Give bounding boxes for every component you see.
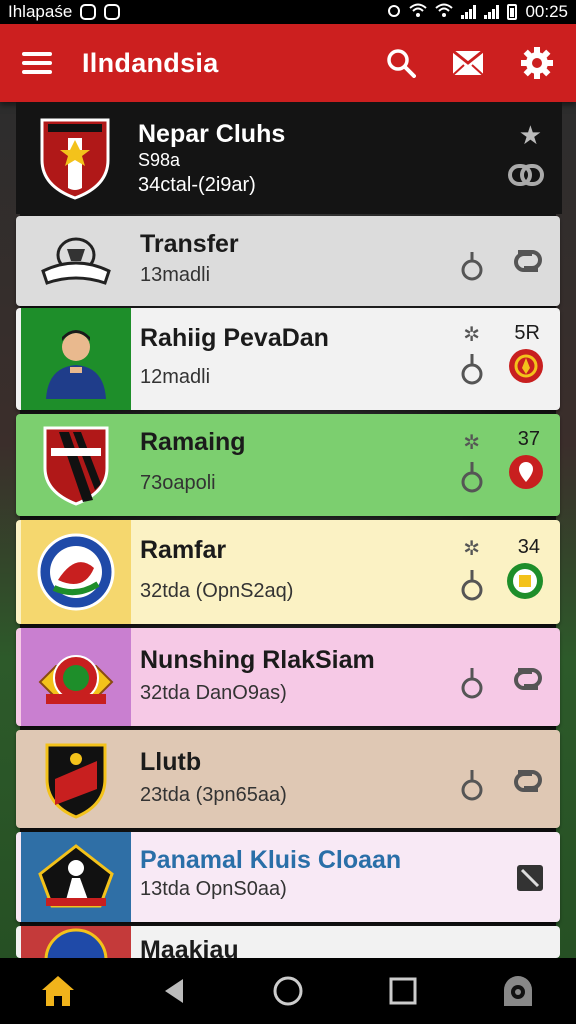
club-name: Nepar Cluhs	[138, 120, 286, 148]
row-title: Rahiig PevaDan	[140, 324, 329, 352]
wifi-icon	[409, 2, 428, 22]
notification-icon	[80, 4, 97, 20]
menu-icon[interactable]	[22, 52, 52, 74]
row-rank: 34	[517, 536, 540, 558]
pin-icon[interactable]	[460, 460, 484, 499]
row-subtitle: 13madli	[140, 264, 211, 286]
back-icon[interactable]	[143, 961, 203, 1021]
link-icon[interactable]	[512, 246, 544, 281]
row-thumb	[21, 832, 131, 922]
row-rank: 37	[517, 428, 540, 450]
row-title: Llutb	[140, 748, 202, 776]
search-icon[interactable]	[386, 48, 416, 78]
row-subtitle: 73oapoli	[140, 472, 216, 494]
settings-icon[interactable]	[520, 46, 554, 80]
row-title: Nunshing RlakSiam	[140, 646, 375, 674]
list-item-ramfar[interactable]: Ramfar 32tda (OpnS2aq) ✲ 34	[16, 520, 560, 624]
sparkle-icon: ✲	[463, 432, 480, 454]
list-item-ramaing[interactable]: Ramaing 73oapoli ✲ 37	[16, 414, 560, 516]
row-thumb	[21, 926, 131, 958]
status-bar: Ihlapaśe 00:25	[0, 0, 576, 24]
signal-icon	[461, 5, 477, 19]
row-thumb	[21, 216, 131, 306]
link-icon[interactable]	[508, 162, 544, 193]
row-title: Panamal Kluis Cloaan	[140, 846, 402, 874]
carrier-label: Ihlapaśe	[8, 2, 73, 21]
club-badge-icon	[506, 562, 544, 605]
row-title: Ramfar	[140, 536, 227, 564]
location-badge-icon	[508, 454, 544, 495]
row-subtitle: 23tda (3pn65aa)	[140, 784, 287, 806]
system-nav-bar	[0, 958, 576, 1024]
battery-icon	[507, 4, 518, 20]
pin-icon[interactable]	[460, 352, 484, 391]
club-crest-icon	[38, 116, 112, 205]
row-subtitle: 13tda OpnS0aa)	[140, 878, 287, 900]
row-thumb	[21, 520, 131, 624]
club-stat: 34ctal-(2i9ar)	[138, 174, 256, 196]
list-item-nunshing-rlaksiam[interactable]: Nunshing RlakSiam 32tda DanO9as)	[16, 628, 560, 726]
wifi-icon-2	[435, 2, 454, 22]
expand-icon[interactable]	[516, 864, 544, 897]
app-bar: Ilndandsia	[0, 24, 576, 102]
row-subtitle: 12madli	[140, 366, 211, 388]
row-title: Maakiau	[140, 936, 239, 958]
row-thumb	[21, 730, 131, 828]
row-subtitle: 32tda (OpnS2aq)	[140, 580, 294, 602]
circle-home-icon[interactable]	[258, 961, 318, 1021]
list-item-panamal-kluis-cloaan[interactable]: Panamal Kluis Cloaan 13tda OpnS0aa)	[16, 832, 560, 922]
row-thumb	[21, 628, 131, 726]
assistant-icon[interactable]	[488, 961, 548, 1021]
row-rank: 5R	[514, 322, 540, 344]
link-icon[interactable]	[512, 664, 544, 699]
mail-icon[interactable]	[452, 48, 484, 78]
pin-icon[interactable]	[460, 250, 484, 287]
row-thumb	[21, 414, 131, 516]
star-icon[interactable]: ★	[519, 120, 542, 151]
sparkle-icon: ✲	[463, 324, 480, 346]
signal-icon-2	[484, 5, 500, 19]
clock: 00:25	[525, 2, 568, 21]
row-title: Transfer	[140, 230, 239, 258]
sparkle-icon: ✲	[463, 538, 480, 560]
alarm-icon	[387, 2, 401, 23]
recents-icon[interactable]	[373, 961, 433, 1021]
row-thumb	[21, 308, 131, 410]
club-badge-icon	[508, 348, 544, 389]
pin-icon[interactable]	[460, 568, 484, 607]
list-item-transfer[interactable]: Transfer 13madli	[16, 216, 560, 306]
row-title: Ramaing	[140, 428, 246, 456]
pin-icon[interactable]	[460, 768, 484, 807]
row-subtitle: 32tda DanO9as)	[140, 682, 287, 704]
link-icon[interactable]	[512, 766, 544, 801]
home-icon[interactable]	[28, 961, 88, 1021]
club-subtitle: S98a	[138, 150, 181, 170]
list-item-maakiau[interactable]: Maakiau	[16, 926, 560, 958]
list-item-rahiig-pevadan[interactable]: Rahiig PevaDan 12madli ✲ 5R	[16, 308, 560, 410]
app-title: Ilndandsia	[82, 47, 219, 78]
pin-icon[interactable]	[460, 666, 484, 705]
club-header-card[interactable]: Nepar Cluhs S98a 34ctal-(2i9ar) ★	[16, 102, 562, 214]
list-item-llutb[interactable]: Llutb 23tda (3pn65aa)	[16, 730, 560, 828]
shield-icon	[104, 4, 121, 20]
